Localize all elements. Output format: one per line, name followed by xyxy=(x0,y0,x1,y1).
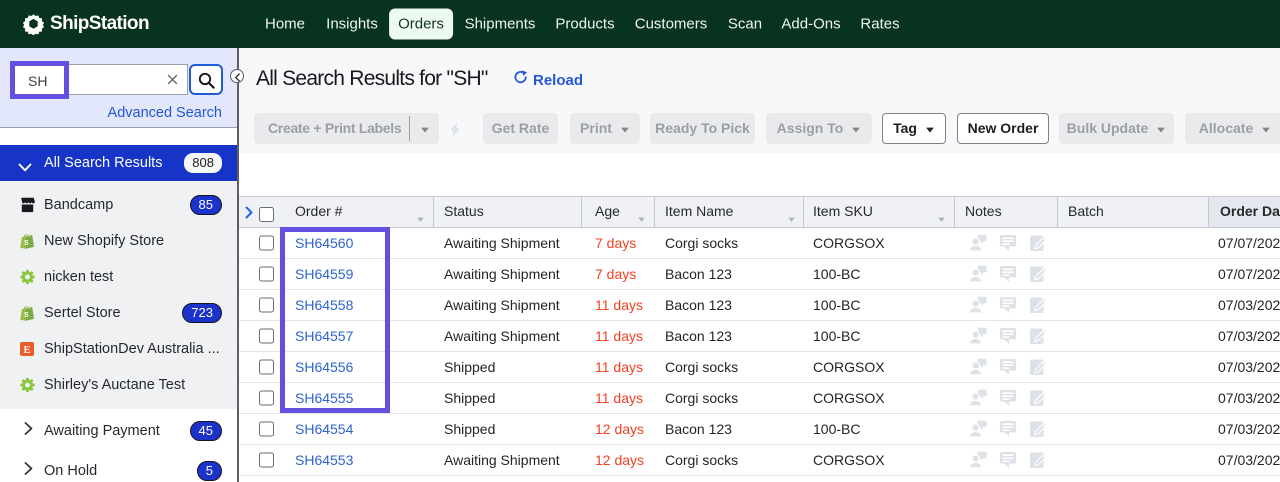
svg-text:S: S xyxy=(24,240,29,247)
svg-text:S: S xyxy=(24,312,29,319)
svg-text:E: E xyxy=(23,345,30,356)
